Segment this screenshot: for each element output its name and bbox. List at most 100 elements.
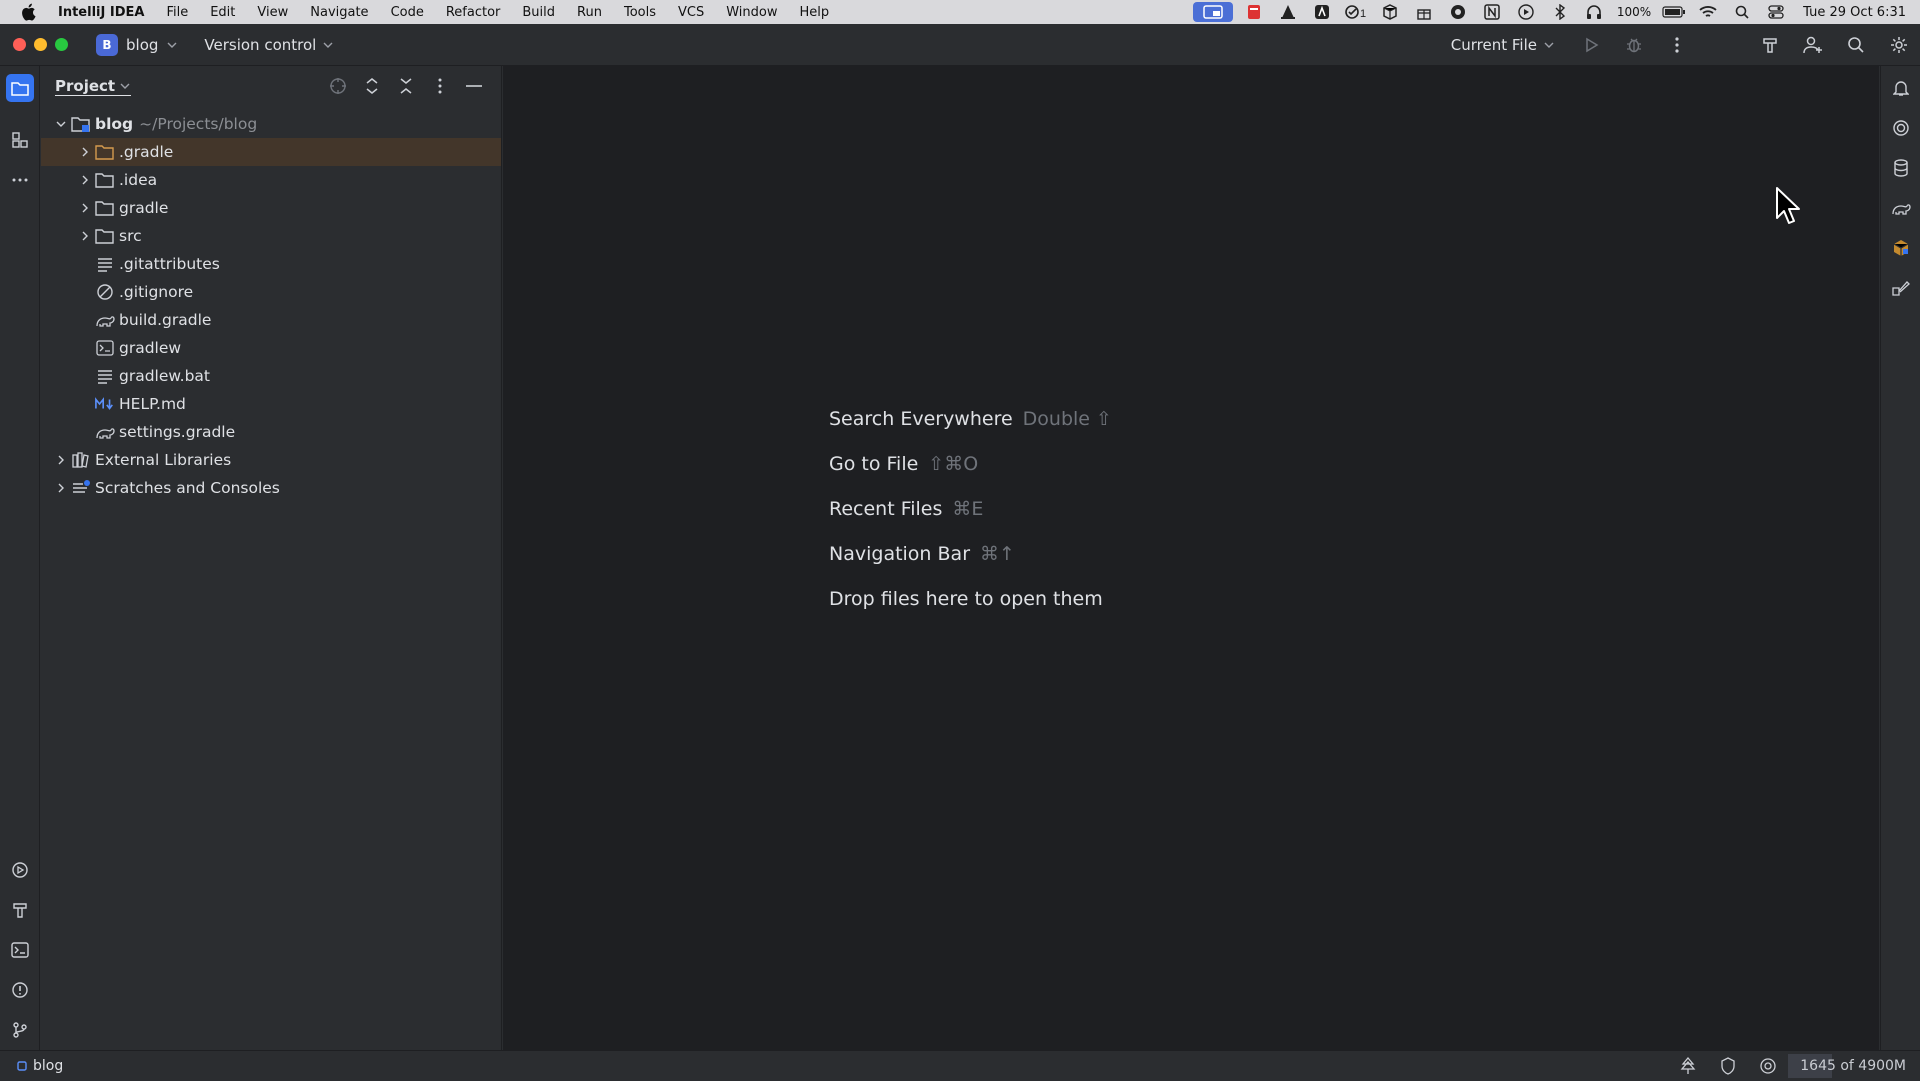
collapse-all-button[interactable] [389,72,423,100]
chevron-right-icon[interactable] [75,166,95,194]
process-indicator-button[interactable] [1668,1051,1708,1081]
battery-icon[interactable] [1657,0,1691,24]
locate-file-button[interactable] [321,72,355,100]
build-button[interactable] [1748,24,1791,66]
tree-item-src[interactable]: src [41,222,501,250]
menu-code[interactable]: Code [380,5,435,20]
run-configuration-selector[interactable]: Current File [1437,36,1569,54]
chevron-right-icon[interactable] [75,194,95,222]
wifi-icon[interactable] [1691,0,1725,24]
tree-item-gitignore[interactable]: .gitignore [41,278,501,306]
memory-indicator[interactable]: 1645 of 4900M [1788,1051,1920,1081]
control-center-icon[interactable] [1759,0,1793,24]
tree-item-gradlew-bat[interactable]: gradlew.bat [41,362,501,390]
menu-file[interactable]: File [155,5,199,20]
window-close-button[interactable] [13,38,26,51]
chevron-right-icon[interactable] [51,446,71,474]
tree-item-external-libraries[interactable]: External Libraries [41,446,501,474]
project-tool-button[interactable] [6,74,34,102]
git-tool-button[interactable] [6,1016,34,1044]
spotlight-search-icon[interactable] [1725,0,1759,24]
gift-icon[interactable] [1407,0,1441,24]
tree-item-gitattributes[interactable]: .gitattributes [41,250,501,278]
menu-view[interactable]: View [246,5,299,20]
tree-item-settings-gradle[interactable]: settings.gradle [41,418,501,446]
more-actions-button[interactable] [1655,24,1698,66]
chevron-right-icon[interactable] [75,222,95,250]
tree-item-dot-idea[interactable]: .idea [41,166,501,194]
tree-item-gradlew[interactable]: gradlew [41,334,501,362]
expand-all-button[interactable] [355,72,389,100]
menu-app-name[interactable]: IntelliJ IDEA [54,5,155,20]
endpoints-tool-button[interactable] [1887,274,1915,302]
menu-build[interactable]: Build [511,5,566,20]
panel-options-button[interactable] [423,72,457,100]
headphones-icon[interactable] [1577,0,1611,24]
window-maximize-button[interactable] [55,38,68,51]
tree-item-dot-gradle[interactable]: .gradle [41,138,501,166]
menu-help[interactable]: Help [789,5,841,20]
menu-window[interactable]: Window [715,5,788,20]
menu-run[interactable]: Run [566,5,613,20]
services-tool-button[interactable] [6,856,34,884]
menu-navigate[interactable]: Navigate [299,5,379,20]
tree-item-scratches[interactable]: Scratches and Consoles [41,474,501,502]
apple-logo-icon[interactable] [20,3,38,21]
settings-button[interactable] [1877,24,1920,66]
code-with-me-button[interactable] [1791,24,1834,66]
tree-item-gradle-folder[interactable]: gradle [41,194,501,222]
project-selector[interactable]: B blog [88,30,186,60]
tasks-check-icon[interactable]: 1 [1339,0,1373,24]
record-icon[interactable] [1441,0,1475,24]
bluetooth-icon[interactable] [1543,0,1577,24]
folder-icon [95,142,115,162]
notifications-tool-button[interactable] [1887,74,1915,102]
gradle-tool-button[interactable] [1887,194,1915,222]
code-style-button[interactable] [1708,1051,1748,1081]
window-minimize-button[interactable] [34,38,47,51]
menu-vcs[interactable]: VCS [667,5,715,20]
plugin-tool-button[interactable] [1887,234,1915,262]
menu-tools[interactable]: Tools [613,5,667,20]
screen-share-icon[interactable] [1192,2,1233,22]
menu-refactor[interactable]: Refactor [435,5,512,20]
problems-tool-button[interactable] [6,976,34,1004]
more-tool-windows-button[interactable] [6,166,34,194]
play-circle-icon[interactable] [1509,0,1543,24]
structure-tool-button[interactable] [6,126,34,154]
menu-edit[interactable]: Edit [199,5,246,20]
vcs-selector[interactable]: Version control [196,32,342,58]
editor-empty-area[interactable]: Search Everywhere Double ⇧ Go to File ⇧⌘… [503,66,1879,1050]
chevron-right-icon[interactable] [75,138,95,166]
database-tool-button[interactable] [1887,154,1915,182]
tree-item-help-md[interactable]: HELP.md [41,390,501,418]
chevron-down-icon[interactable] [51,110,71,138]
tree-item-label: gradlew [119,339,182,357]
status-bar: blog 1645 of 4900M [0,1050,1920,1080]
tree-root-path: ~/Projects/blog [139,115,258,133]
project-view-selector[interactable]: Project [55,77,132,96]
ai-assistant-tool-button[interactable] [1887,114,1915,142]
app-status-red-icon[interactable] [1237,0,1271,24]
debug-button[interactable] [1612,24,1655,66]
tree-item-build-gradle[interactable]: build.gradle [41,306,501,334]
search-everywhere-button[interactable] [1834,24,1877,66]
tree-item-label: Scratches and Consoles [95,479,280,497]
tree-root-blog[interactable]: blog ~/Projects/blog [41,110,501,138]
run-button[interactable] [1569,24,1612,66]
build-tool-button[interactable] [6,896,34,924]
hide-panel-button[interactable] [457,72,491,100]
status-project-breadcrumb[interactable]: blog [17,1058,63,1074]
menu-bar-clock[interactable]: Tue 29 Oct 6:31 [1793,5,1920,20]
package-icon[interactable] [1373,0,1407,24]
chevron-right-icon[interactable] [51,474,71,502]
services-play-icon [12,862,28,878]
tree-item-label: gradle [119,199,169,217]
notion-icon[interactable] [1475,0,1509,24]
spruce-tree-icon [1680,1056,1696,1074]
terminal-tool-button[interactable] [6,936,34,964]
target-icon [330,78,346,94]
cone-icon[interactable] [1271,0,1305,24]
adobe-icon[interactable] [1305,0,1339,24]
ai-status-button[interactable] [1748,1051,1788,1081]
